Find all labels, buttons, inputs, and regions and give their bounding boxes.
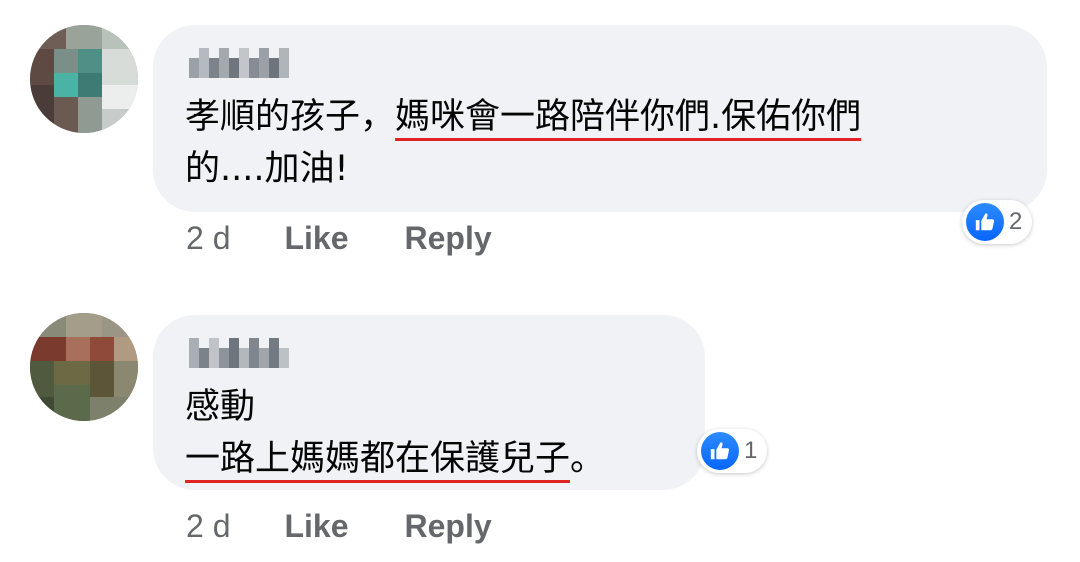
reaction-count: 2	[1009, 208, 1023, 235]
comment-text-underlined: 一路上媽媽都在保護兒子	[185, 439, 571, 479]
reaction-summary[interactable]: 1	[697, 429, 768, 473]
comment-text-plain: 感動	[185, 387, 256, 427]
like-button[interactable]: Like	[284, 508, 348, 545]
comment-2: 感動 一路上媽媽都在保護兒子。 1 2 d Like Reply	[0, 290, 1080, 562]
avatar[interactable]	[30, 25, 138, 133]
reaction-count: 1	[744, 437, 758, 464]
blurred-name-image	[189, 338, 289, 368]
comment-actions: 2 d Like Reply	[186, 220, 492, 257]
comment-bubble: 感動 一路上媽媽都在保護兒子。	[153, 315, 705, 490]
avatar-pixelated-image	[30, 25, 138, 133]
avatar-pixelated-image	[30, 313, 138, 421]
comment-text-line-1: 孝順的孩子，媽咪會一路陪伴你們.保佑你們	[185, 91, 861, 143]
author-name-text	[189, 368, 190, 369]
thumbs-up-icon	[975, 213, 995, 231]
comment-text: 孝順的孩子，媽咪會一路陪伴你們.保佑你們 的....加油!	[185, 91, 861, 195]
comment-text: 感動 一路上媽媽都在保護兒子。	[185, 381, 605, 485]
avatar[interactable]	[30, 313, 138, 421]
like-icon	[966, 203, 1004, 241]
comment-text-trailing: 。	[570, 439, 606, 479]
comment-text-plain: 的....加油!	[185, 149, 349, 189]
comments-section: 孝順的孩子，媽咪會一路陪伴你們.保佑你們 的....加油! 2 2 d Like…	[0, 0, 1080, 562]
comment-text-line-2: 的....加油!	[185, 143, 861, 195]
author-name[interactable]	[189, 338, 289, 368]
reaction-summary[interactable]: 2	[962, 200, 1033, 244]
author-name-text	[189, 78, 190, 79]
timestamp[interactable]: 2 d	[186, 508, 230, 545]
timestamp[interactable]: 2 d	[186, 220, 230, 257]
like-button[interactable]: Like	[284, 220, 348, 257]
author-name[interactable]	[189, 48, 289, 78]
comment-actions: 2 d Like Reply	[186, 508, 492, 545]
comment-text-line-2: 一路上媽媽都在保護兒子。	[185, 433, 605, 485]
like-icon	[701, 432, 739, 470]
blurred-name-image	[189, 48, 289, 78]
comment-bubble: 孝順的孩子，媽咪會一路陪伴你們.保佑你們 的....加油!	[153, 25, 1047, 212]
comment-text-line-1: 感動	[185, 381, 605, 433]
thumbs-up-icon	[710, 442, 730, 460]
comment-text-plain: 孝順的孩子，	[185, 97, 396, 137]
comment-text-underlined: 媽咪會一路陪伴你們.保佑你們	[395, 97, 862, 137]
reply-button[interactable]: Reply	[405, 508, 492, 545]
comment-1: 孝順的孩子，媽咪會一路陪伴你們.保佑你們 的....加油! 2 2 d Like…	[0, 0, 1080, 290]
reply-button[interactable]: Reply	[405, 220, 492, 257]
